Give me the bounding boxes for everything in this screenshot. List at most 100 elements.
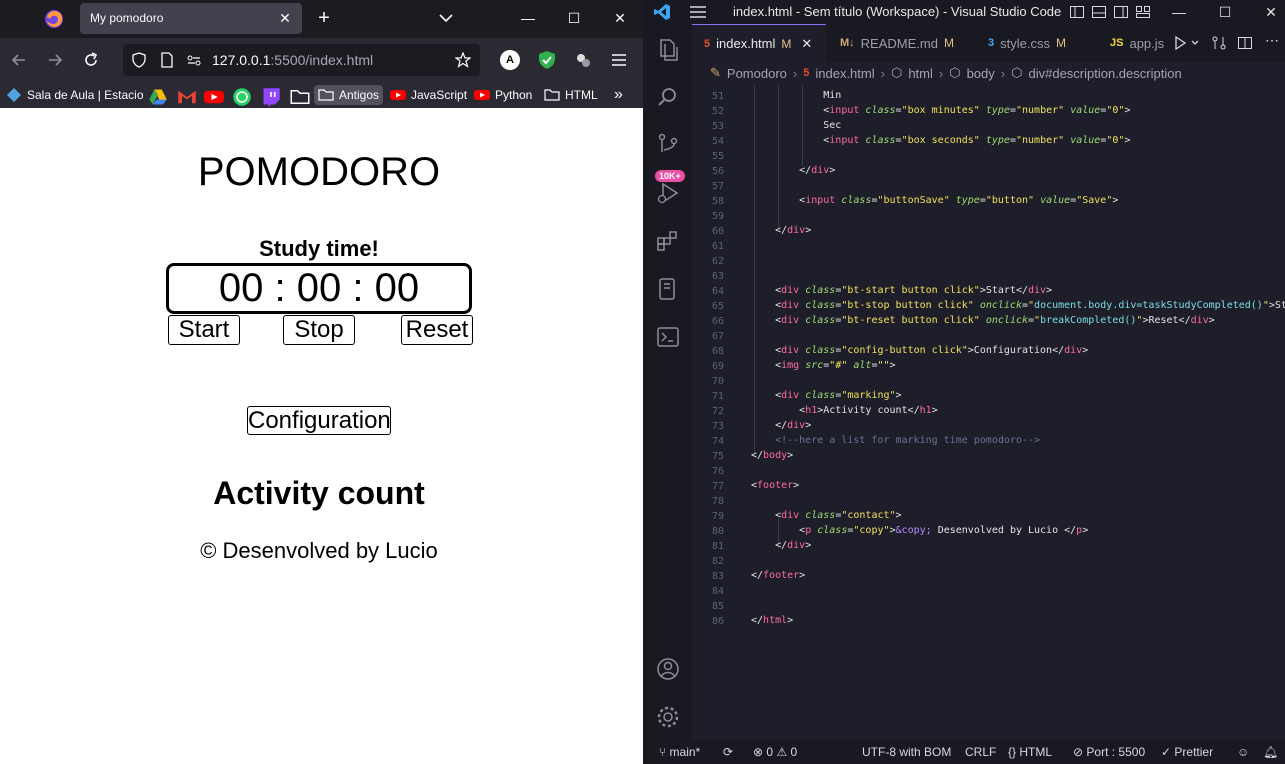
breadcrumb-item[interactable]: html: [908, 66, 933, 81]
tab-style-css[interactable]: 3 style.css M: [976, 24, 1096, 62]
explorer-icon[interactable]: [655, 36, 681, 62]
eol-status[interactable]: CRLF: [965, 745, 996, 759]
configuration-button[interactable]: Configuration: [247, 406, 391, 435]
chevron-down-icon[interactable]: [436, 8, 456, 28]
feedback-icon[interactable]: ☺: [1237, 745, 1249, 759]
bookmark-javascript[interactable]: JavaScript: [390, 85, 467, 105]
prettier-status[interactable]: ✓ Prettier: [1161, 745, 1213, 759]
gear-icon[interactable]: [655, 704, 681, 730]
run-icon[interactable]: [1173, 36, 1187, 50]
bookmark-folder-html[interactable]: HTML: [544, 85, 598, 105]
error-icon: ⊗: [753, 745, 764, 759]
close-tab-icon[interactable]: ✕: [276, 9, 294, 27]
minimize-icon[interactable]: —: [518, 8, 538, 28]
maximize-icon[interactable]: ☐: [564, 8, 584, 28]
toggle-secondary-sidebar-icon[interactable]: [1113, 4, 1129, 20]
tab-app-js[interactable]: JS app.js: [1098, 24, 1168, 62]
reload-icon[interactable]: [81, 50, 101, 70]
customize-layout-icon[interactable]: [1135, 4, 1151, 20]
reset-button[interactable]: Reset: [401, 315, 473, 345]
run-debug-icon[interactable]: [655, 180, 681, 206]
tab-title: My pomodoro: [90, 11, 164, 25]
gmail-icon[interactable]: [177, 87, 197, 107]
new-tab-icon[interactable]: +: [314, 8, 334, 28]
diamond-icon: [7, 88, 21, 102]
bookmark-label: HTML: [565, 88, 598, 102]
breadcrumb-item[interactable]: div#description.description: [1028, 66, 1181, 81]
compare-changes-icon[interactable]: [1211, 35, 1227, 51]
whatsapp-icon[interactable]: [232, 87, 252, 107]
menu-icon[interactable]: [609, 50, 629, 70]
remote-explorer-icon[interactable]: [655, 276, 681, 302]
branch-status[interactable]: ⑂ main*: [659, 745, 700, 759]
modified-indicator: M: [1055, 36, 1066, 50]
bookmark-star-icon[interactable]: [455, 52, 471, 68]
tab-bar: My pomodoro ✕ + — ☐ ✕: [0, 0, 643, 38]
tab-readme-md[interactable]: M↓ README.md M: [828, 24, 974, 62]
stop-button[interactable]: Stop: [283, 315, 355, 345]
breadcrumb-item[interactable]: body: [967, 66, 995, 81]
code-editor[interactable]: 51 Min 52 <input class="box minutes" typ…: [692, 86, 1285, 740]
bookmarks-toolbar: Sala de Aula | Estacio Antigos JavaScrip…: [0, 82, 643, 108]
warning-count: 0: [790, 745, 798, 759]
youtube-icon: [390, 90, 406, 100]
shield-icon[interactable]: [131, 52, 147, 68]
live-server-port[interactable]: ⊘ Port : 5500: [1073, 745, 1145, 759]
page-icon[interactable]: [159, 52, 175, 68]
url-bar[interactable]: 127.0.0.1:5500/index.html: [123, 44, 480, 76]
close-window-icon[interactable]: ✕: [610, 8, 630, 28]
permissions-icon[interactable]: [186, 52, 202, 68]
start-button[interactable]: Start: [168, 315, 240, 345]
encoding-status[interactable]: UTF-8 with BOM: [862, 745, 951, 759]
breadcrumb-item[interactable]: index.html: [815, 66, 874, 81]
split-editor-icon[interactable]: [1237, 35, 1253, 51]
url-path: :5500/index.html: [270, 52, 374, 68]
breadcrumb: ✎ Pomodoro › 5 index.html › ⬡ html › ⬡ body…: [710, 65, 1182, 81]
url-text[interactable]: 127.0.0.1:5500/index.html: [212, 52, 373, 68]
extensions-icon[interactable]: [655, 228, 681, 254]
chevron-down-icon[interactable]: [1190, 38, 1200, 48]
back-icon[interactable]: [9, 50, 29, 70]
accounts-icon[interactable]: [655, 656, 681, 682]
google-drive-icon[interactable]: [148, 87, 168, 107]
maximize-icon[interactable]: ☐: [1215, 2, 1235, 22]
toggle-sidebar-icon[interactable]: [1069, 4, 1085, 20]
bookmark-sala-de-aula[interactable]: Sala de Aula | Estacio: [6, 85, 144, 105]
problems-status[interactable]: ⊗ 0 ⚠ 0: [753, 745, 797, 759]
toggle-panel-icon[interactable]: [1091, 4, 1107, 20]
more-actions-icon[interactable]: ⋯: [1265, 32, 1279, 49]
tab-label: style.css: [1000, 35, 1050, 51]
sync-icon[interactable]: ⟳: [723, 745, 733, 759]
close-tab-icon[interactable]: ✕: [801, 36, 812, 52]
more-bookmarks-icon[interactable]: »: [614, 85, 623, 105]
breadcrumb-item[interactable]: Pomodoro: [727, 66, 787, 81]
folder-icon: [544, 89, 560, 101]
youtube-icon[interactable]: [204, 87, 224, 107]
tab-index-html[interactable]: 5 index.html M ✕: [692, 24, 826, 62]
folder-icon[interactable]: [290, 87, 310, 107]
folder-icon: ✎: [710, 65, 721, 80]
bookmark-folder-antigos[interactable]: Antigos: [314, 85, 384, 105]
extension-a-icon[interactable]: A: [500, 50, 520, 70]
minimize-icon[interactable]: —: [1169, 2, 1189, 22]
study-label: Study time!: [259, 236, 379, 261]
folder-icon: [318, 89, 334, 101]
firefox-logo-icon[interactable]: [44, 9, 64, 29]
editor-tabs: 5 index.html M ✕ M↓ README.md M 3 style.…: [692, 24, 1285, 62]
title-bar: index.html - Sem título (Workspace) - Vi…: [643, 0, 1285, 24]
search-icon[interactable]: [655, 84, 681, 110]
extension-puzzle-icon[interactable]: [573, 50, 593, 70]
twitch-icon[interactable]: [261, 87, 281, 107]
git-branch-icon: ⑂: [659, 745, 667, 759]
language-status[interactable]: {} HTML: [1008, 745, 1052, 759]
forward-icon[interactable]: [45, 50, 65, 70]
bookmark-python[interactable]: Python: [474, 85, 532, 105]
close-window-icon[interactable]: ✕: [1261, 2, 1281, 22]
tab-my-pomodoro[interactable]: My pomodoro ✕: [80, 3, 302, 34]
source-control-icon[interactable]: [655, 132, 681, 158]
bell-icon[interactable]: 🔔︎: [1263, 745, 1278, 759]
bookmark-label: Sala de Aula | Estacio: [27, 88, 144, 102]
terminal-icon[interactable]: [655, 324, 681, 350]
adblock-shield-icon[interactable]: [537, 50, 557, 70]
menu-icon[interactable]: [689, 4, 707, 20]
